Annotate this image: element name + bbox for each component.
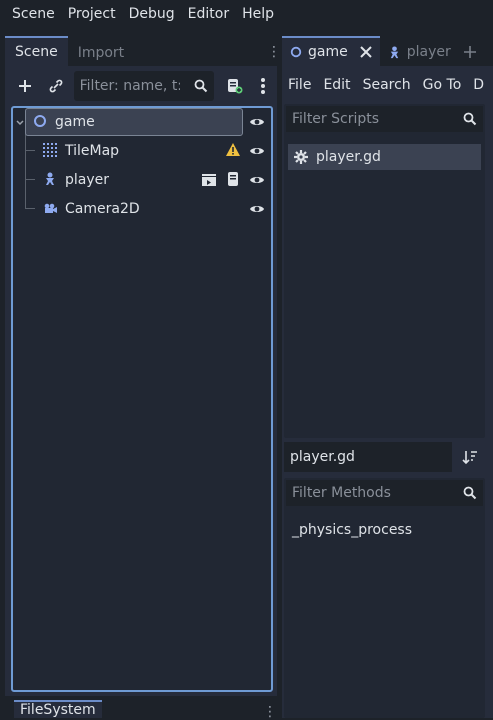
tab-label: player xyxy=(406,44,451,60)
scene-tree-menu-icon[interactable] xyxy=(250,72,277,100)
character-icon xyxy=(390,45,398,58)
tab-player[interactable]: player xyxy=(380,38,459,66)
current-script-name: player.gd xyxy=(284,442,452,472)
visibility-eye-icon[interactable] xyxy=(249,114,265,130)
search-icon xyxy=(194,79,208,93)
tree-item-player[interactable]: player xyxy=(13,166,271,194)
script-menubar: File Edit Search Go To D xyxy=(282,66,493,104)
warning-icon[interactable] xyxy=(225,142,241,162)
tree-item-camera2d[interactable]: Camera2D xyxy=(13,195,271,223)
script-list-panel: Filter Scripts player.gd xyxy=(284,104,485,438)
tree-item-game[interactable]: game xyxy=(13,108,271,136)
tree-item-label: player xyxy=(65,172,110,188)
script-item-player-gd[interactable]: player.gd xyxy=(288,144,481,170)
scene-tree: game TileMap player Camera2D xyxy=(11,106,273,692)
add-node-icon[interactable] xyxy=(11,72,38,100)
tab-game[interactable]: game xyxy=(282,36,380,66)
open-script-icon[interactable] xyxy=(225,171,241,191)
script-editor: game player File Edit Search Go To D Fil… xyxy=(282,36,493,718)
editor-tabs: game player xyxy=(282,36,493,66)
tab-scene[interactable]: Scene xyxy=(5,36,68,66)
script-menu-edit[interactable]: Edit xyxy=(317,77,356,93)
instance-scene-icon[interactable] xyxy=(42,72,69,100)
menu-editor[interactable]: Editor xyxy=(182,6,235,22)
tab-import[interactable]: Import xyxy=(68,40,134,66)
search-icon xyxy=(463,486,477,500)
new-tab-plus-icon[interactable] xyxy=(459,38,481,66)
menu-help[interactable]: Help xyxy=(236,6,280,22)
tree-item-label: game xyxy=(55,114,95,130)
menu-project[interactable]: Project xyxy=(62,6,122,22)
camera-icon xyxy=(43,201,59,217)
filter-methods-placeholder: Filter Methods xyxy=(292,485,391,501)
script-item-label: player.gd xyxy=(316,149,381,165)
tree-item-label: TileMap xyxy=(65,143,120,159)
script-menu-file[interactable]: File xyxy=(282,77,317,93)
filter-scripts-input[interactable]: Filter Scripts xyxy=(286,106,483,132)
search-icon xyxy=(463,112,477,126)
menu-scene[interactable]: Scene xyxy=(6,6,61,22)
script-menu-search[interactable]: Search xyxy=(357,77,417,93)
visibility-eye-icon[interactable] xyxy=(249,201,265,217)
scene-dock-tabs: Scene Import xyxy=(5,36,277,66)
filter-scripts-placeholder: Filter Scripts xyxy=(292,111,380,127)
tree-item-label: Camera2D xyxy=(65,201,140,217)
scene-filter-placeholder: Filter: name, t:t xyxy=(79,78,180,94)
close-icon[interactable] xyxy=(360,46,372,58)
scene-filter-input[interactable]: Filter: name, t:t xyxy=(73,71,215,101)
scene-dock: Scene Import ⋮ Filter: name, t:t xyxy=(5,36,281,696)
tree-item-tilemap[interactable]: TileMap xyxy=(13,137,271,165)
node2d-icon xyxy=(290,46,302,58)
sort-icon[interactable] xyxy=(460,446,480,468)
gear-icon xyxy=(294,150,308,164)
character-icon xyxy=(43,172,59,188)
tilemap-icon xyxy=(43,143,59,159)
menu-debug[interactable]: Debug xyxy=(123,6,181,22)
method-item-physics-process[interactable]: _physics_process xyxy=(292,518,485,542)
scene-toolbar: Filter: name, t:t xyxy=(5,66,277,106)
method-list-panel: Filter Methods _physics_process xyxy=(284,478,485,718)
dock-options-icon[interactable]: ⋮ xyxy=(267,44,281,60)
tab-filesystem[interactable]: FileSystem xyxy=(14,700,102,718)
node2d-icon xyxy=(33,114,49,130)
main-menubar: Scene Project Debug Editor Help xyxy=(0,0,493,28)
script-menu-debug[interactable]: D xyxy=(467,77,490,93)
attach-script-icon[interactable] xyxy=(220,72,247,100)
visibility-eye-icon[interactable] xyxy=(249,143,265,159)
script-menu-goto[interactable]: Go To xyxy=(417,77,468,93)
tab-label: game xyxy=(308,44,348,60)
open-scene-clapper-icon[interactable] xyxy=(201,172,217,192)
filter-methods-input[interactable]: Filter Methods xyxy=(286,480,483,506)
visibility-eye-icon[interactable] xyxy=(249,172,265,188)
